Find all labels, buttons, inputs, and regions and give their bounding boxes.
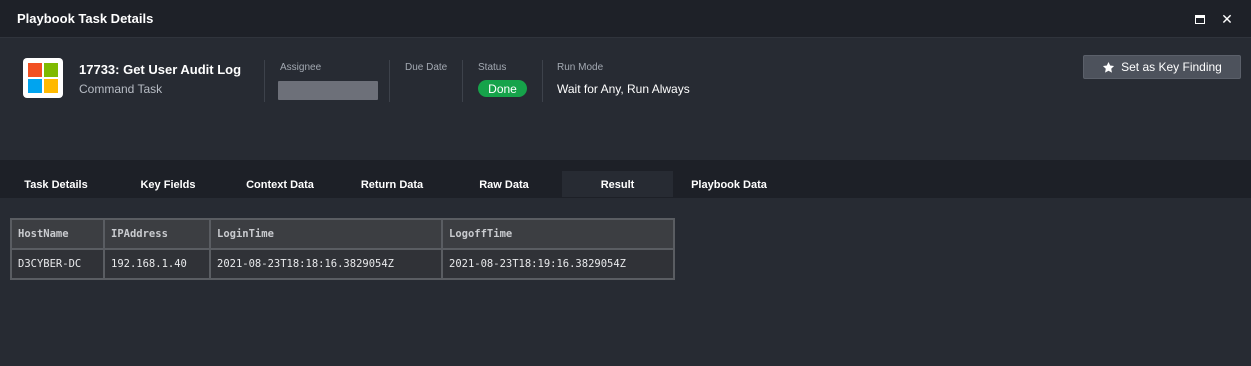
logo-square-green [44,63,58,77]
divider [264,60,265,102]
microsoft-logo-icon [23,58,63,98]
due-date-label: Due Date [405,62,448,73]
result-panel: HostName IPAddress LoginTime LogoffTime … [10,218,675,280]
column-header-logofftime: LogoffTime [443,220,673,248]
tab-label: Playbook Data [691,179,767,191]
column-header-hostname: HostName [12,220,103,248]
tab-return-data[interactable]: Return Data [344,171,440,197]
status-label: Status [478,62,507,73]
cell-logofftime: 2021-08-23T18:19:16.3829054Z [443,250,673,278]
logo-square-blue [28,79,42,93]
assignee-label: Assignee [280,62,322,73]
tab-label: Key Fields [140,179,196,191]
set-key-finding-button[interactable]: Set as Key Finding [1083,55,1241,79]
table-row: D3CYBER-DC 192.168.1.40 2021-08-23T18:18… [12,250,673,278]
tab-playbook-data[interactable]: Playbook Data [681,171,777,197]
tab-context-data[interactable]: Context Data [232,171,328,197]
run-mode-value: Wait for Any, Run Always [557,82,690,96]
divider [542,60,543,102]
result-table: HostName IPAddress LoginTime LogoffTime … [10,218,675,280]
tab-task-details[interactable]: Task Details [8,171,104,197]
close-icon: ✕ [1221,10,1233,27]
close-button[interactable]: ✕ [1217,9,1237,29]
set-key-finding-label: Set as Key Finding [1121,60,1222,74]
tab-bar: Task Details Key Fields Context Data Ret… [0,160,1251,198]
logo-square-yellow [44,79,58,93]
task-title: 17733: Get User Audit Log [79,62,242,77]
cell-ipaddress: 192.168.1.40 [105,250,209,278]
run-mode-label: Run Mode [557,62,604,73]
tab-result[interactable]: Result [562,171,673,197]
task-header: 17733: Get User Audit Log Command Task A… [0,38,1251,160]
window-title: Playbook Task Details [17,11,154,26]
divider [389,60,390,102]
tab-label: Result [600,179,635,191]
column-header-ipaddress: IPAddress [105,220,209,248]
maximize-button[interactable] [1190,9,1210,29]
table-header-row: HostName IPAddress LoginTime LogoffTime [12,220,673,248]
maximize-icon [1195,14,1205,24]
star-icon [1103,61,1115,73]
status-badge: Done [478,80,527,97]
tab-label: Context Data [246,179,314,191]
cell-logintime: 2021-08-23T18:18:16.3829054Z [211,250,441,278]
tab-raw-data[interactable]: Raw Data [456,171,552,197]
tab-key-fields[interactable]: Key Fields [120,171,216,197]
tab-label: Raw Data [479,179,529,191]
title-bar: Playbook Task Details ✕ [0,0,1251,38]
logo-square-red [28,63,42,77]
tab-label: Task Details [24,179,88,191]
cell-hostname: D3CYBER-DC [12,250,103,278]
divider [462,60,463,102]
tab-label: Return Data [360,179,424,191]
assignee-value-redacted [278,81,378,100]
column-header-logintime: LoginTime [211,220,441,248]
task-type: Command Task [79,82,163,96]
